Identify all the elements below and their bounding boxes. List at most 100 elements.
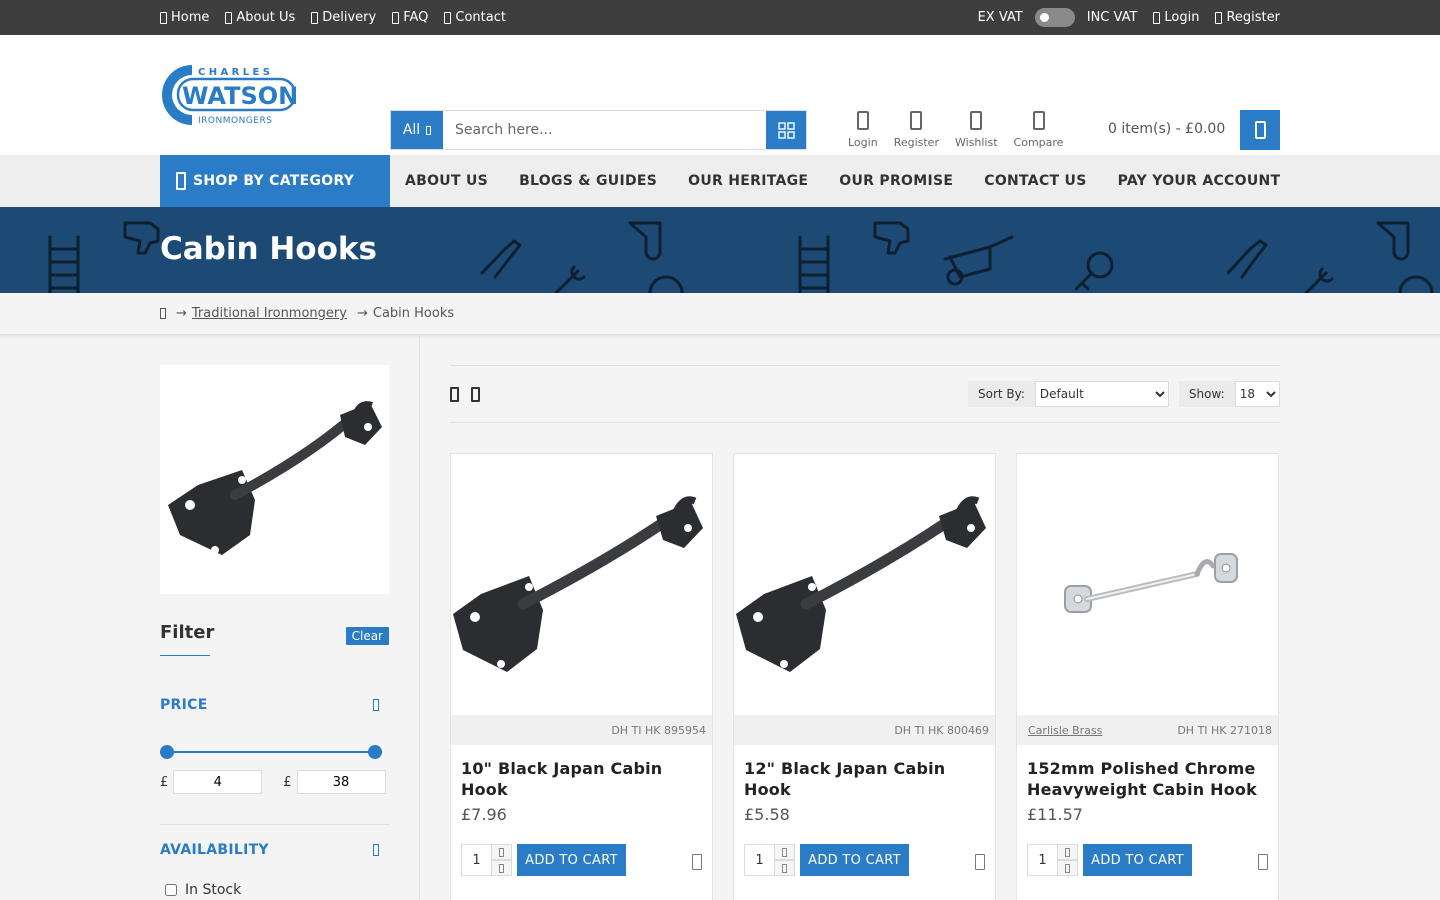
search-input[interactable] xyxy=(443,111,766,149)
qty-up-button[interactable] xyxy=(492,844,512,860)
product-sku: DH TI HK 895954 xyxy=(611,723,706,737)
sort-select[interactable]: Default xyxy=(1034,381,1169,407)
header-wishlist[interactable]: Wishlist xyxy=(955,111,998,149)
qty-down-button[interactable] xyxy=(492,860,512,876)
in-stock-option[interactable]: In Stock xyxy=(165,882,389,898)
chevron-up-icon xyxy=(1065,847,1070,857)
top-register-link[interactable]: Register xyxy=(1215,10,1280,25)
drill-icon xyxy=(123,221,160,255)
product-sku: DH TI HK 271018 xyxy=(1177,723,1272,737)
qty-down-button[interactable] xyxy=(1058,860,1078,876)
lock-icon xyxy=(1153,11,1161,24)
header-register[interactable]: Register xyxy=(894,111,939,149)
site-logo[interactable]: CHARLES WATSON IRONMONGERS xyxy=(160,63,296,127)
sidebar: Filter Clear PRICE £ £ AVAILABILITY In S… xyxy=(160,365,389,898)
top-link-delivery[interactable]: Delivery xyxy=(311,10,376,25)
clear-filter-button[interactable]: Clear xyxy=(345,627,389,645)
add-to-cart-button[interactable]: ADD TO CART xyxy=(800,844,909,876)
list-view-icon[interactable] xyxy=(450,387,459,402)
product-toolbar: Sort By: Default Show: 18 xyxy=(450,365,1280,423)
drill-icon xyxy=(873,221,910,255)
qty-down-button[interactable] xyxy=(775,860,795,876)
quantity-stepper xyxy=(1058,844,1078,876)
logo-text-watson: WATSON xyxy=(182,82,296,110)
top-link-home[interactable]: Home xyxy=(160,10,209,25)
qty-up-button[interactable] xyxy=(1058,844,1078,860)
quantity-stepper xyxy=(775,844,795,876)
availability-section-toggle[interactable]: AVAILABILITY xyxy=(160,842,389,858)
price-slider[interactable] xyxy=(160,745,389,759)
product-image[interactable] xyxy=(451,454,712,715)
add-to-cart-group: 1 ADD TO CART xyxy=(744,844,909,876)
info-icon xyxy=(225,11,233,24)
product-brand[interactable]: Carlisle Brass xyxy=(1028,724,1102,737)
product-name[interactable]: 12" Black Japan Cabin Hook xyxy=(734,745,995,800)
product-image[interactable] xyxy=(734,454,995,715)
inc-vat-label: INC VAT xyxy=(1086,10,1138,25)
heart-icon[interactable] xyxy=(975,854,985,870)
quantity-input[interactable]: 1 xyxy=(461,844,492,876)
shop-by-category-button[interactable]: SHOP BY CATEGORY xyxy=(160,155,390,207)
quantity-input[interactable]: 1 xyxy=(744,844,775,876)
product-sku: DH TI HK 800469 xyxy=(894,723,989,737)
in-stock-checkbox[interactable] xyxy=(165,884,177,896)
top-link-about[interactable]: About Us xyxy=(225,10,295,25)
heart-icon[interactable] xyxy=(692,854,702,870)
wheelbarrow-icon xyxy=(943,235,1014,286)
nav-pay-account[interactable]: PAY YOUR ACCOUNT xyxy=(1118,173,1281,189)
qty-up-button[interactable] xyxy=(775,844,795,860)
chevron-down-icon xyxy=(782,863,787,873)
header: CHARLES WATSON IRONMONGERS All Login Reg… xyxy=(0,35,1440,155)
logo-text-charles: CHARLES xyxy=(198,67,273,78)
knife-icon xyxy=(628,221,662,261)
price-min-input[interactable] xyxy=(173,770,263,794)
home-icon[interactable] xyxy=(160,308,166,319)
top-link-faq[interactable]: FAQ xyxy=(392,10,428,25)
nav-our-heritage[interactable]: OUR HERITAGE xyxy=(688,173,808,189)
price-slider-max-handle[interactable] xyxy=(368,745,382,759)
price-section-toggle[interactable]: PRICE xyxy=(160,697,389,713)
chevron-down-icon xyxy=(499,863,504,873)
top-right: EX VAT INC VAT Login Register xyxy=(966,8,1280,27)
top-login-link[interactable]: Login xyxy=(1153,10,1199,25)
sort-label: Sort By: xyxy=(968,381,1035,407)
product-meta: Carlisle Brass DH TI HK 271018 xyxy=(1017,715,1278,745)
breadcrumb-traditional-ironmongery[interactable]: Traditional Ironmongery xyxy=(192,306,347,321)
heart-icon[interactable] xyxy=(1258,854,1268,870)
header-login[interactable]: Login xyxy=(848,111,878,149)
search-button[interactable] xyxy=(766,111,806,149)
price-max-input[interactable] xyxy=(296,770,386,794)
breadcrumb-current: Cabin Hooks xyxy=(372,306,455,321)
grid-view-icon[interactable] xyxy=(471,387,480,402)
view-switch xyxy=(450,387,492,402)
quantity-input[interactable]: 1 xyxy=(1027,844,1058,876)
ex-vat-label: EX VAT xyxy=(977,10,1023,25)
hardhat-icon xyxy=(1398,275,1434,293)
search-category-select[interactable]: All xyxy=(391,111,443,149)
nav-about-us[interactable]: ABOUT US xyxy=(405,173,488,189)
chevron-up-icon xyxy=(782,847,787,857)
page-title: Cabin Hooks xyxy=(160,231,377,267)
top-links: Home About Us Delivery FAQ Contact xyxy=(160,10,522,25)
product-name[interactable]: 152mm Polished Chrome Heavyweight Cabin … xyxy=(1017,745,1278,800)
product-name[interactable]: 10" Black Japan Cabin Hook xyxy=(451,745,712,800)
nav-links: ABOUT US BLOGS & GUIDES OUR HERITAGE OUR… xyxy=(405,155,1311,207)
product-image[interactable] xyxy=(1017,454,1278,715)
sort-controls: Sort By: Default Show: 18 xyxy=(968,381,1280,407)
add-to-cart-group: 1 ADD TO CART xyxy=(1027,844,1192,876)
nav-our-promise[interactable]: OUR PROMISE xyxy=(839,173,953,189)
add-to-cart-button[interactable]: ADD TO CART xyxy=(517,844,626,876)
header-compare[interactable]: Compare xyxy=(1014,111,1063,149)
ladder-icon xyxy=(48,235,80,293)
product-grid: DH TI HK 895954 10" Black Japan Cabin Ho… xyxy=(450,453,1279,900)
cart-button[interactable] xyxy=(1240,110,1280,150)
nav-blogs-guides[interactable]: BLOGS & GUIDES xyxy=(519,173,657,189)
show-select[interactable]: 18 xyxy=(1234,381,1280,407)
nav-contact-us[interactable]: CONTACT US xyxy=(984,173,1086,189)
cart-summary[interactable]: 0 item(s) - £0.00 xyxy=(1108,121,1225,137)
add-to-cart-button[interactable]: ADD TO CART xyxy=(1083,844,1192,876)
price-slider-min-handle[interactable] xyxy=(160,745,174,759)
top-link-contact[interactable]: Contact xyxy=(444,10,506,25)
vat-toggle[interactable] xyxy=(1034,8,1075,27)
black-cabin-hook-image xyxy=(736,496,986,672)
